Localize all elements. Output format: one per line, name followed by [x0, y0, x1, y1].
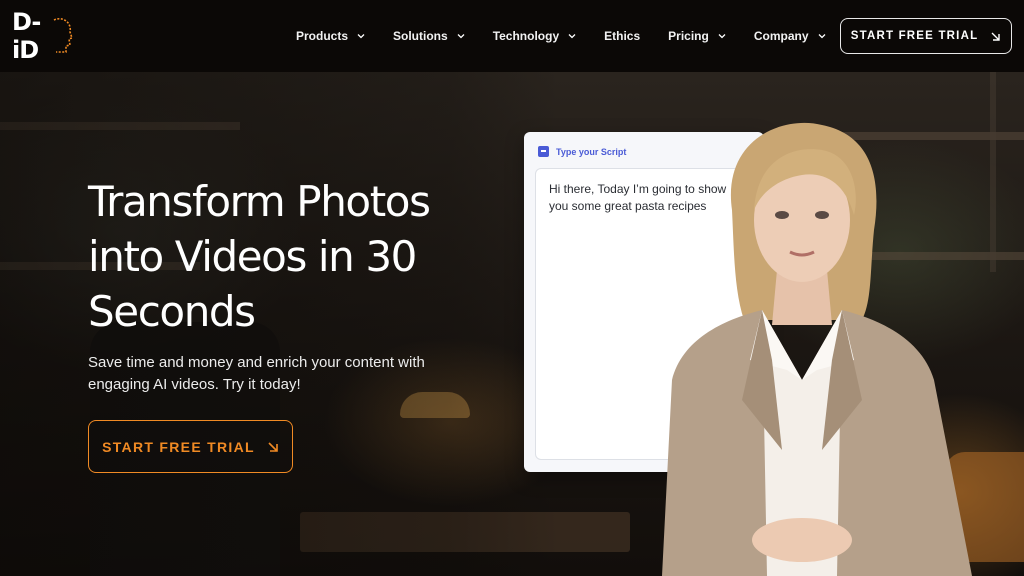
main-nav: Products Solutions Technology Ethics Pri… [296, 0, 854, 72]
cta-label: START FREE TRIAL [102, 438, 255, 455]
nav-technology[interactable]: Technology [493, 29, 576, 43]
chevron-down-icon [818, 34, 825, 39]
nav-label: Ethics [604, 29, 641, 43]
nav-label: Pricing [668, 29, 709, 43]
nav-label: Company [753, 29, 809, 43]
script-card-label: Type your Script [556, 146, 627, 157]
shelf-post [990, 72, 996, 272]
start-free-trial-header-button[interactable]: START FREE TRIAL [840, 18, 1012, 54]
nav-products[interactable]: Products [296, 29, 365, 43]
arrow-down-right-icon [268, 441, 278, 452]
chevron-down-icon [457, 34, 465, 39]
nav-solutions[interactable]: Solutions [393, 29, 465, 43]
nav-company[interactable]: Company [754, 29, 826, 43]
cta-label: START FREE TRIAL [850, 30, 979, 42]
hero-subtitle: Save time and money and enrich your cont… [88, 354, 425, 393]
head-profile-icon [53, 17, 74, 53]
nav-label: Technology [492, 29, 560, 43]
nav-ethics[interactable]: Ethics [604, 29, 640, 43]
nav-pricing[interactable]: Pricing [668, 29, 726, 43]
chevron-down-icon [718, 34, 726, 39]
start-free-trial-hero-button[interactable]: START FREE TRIAL [88, 420, 293, 473]
script-card-header: Type your Script [538, 146, 626, 157]
nav-label: Solutions [393, 29, 448, 43]
script-icon [538, 146, 549, 157]
chevron-down-icon [568, 34, 576, 39]
chevron-down-icon [357, 34, 365, 39]
ai-presenter-avatar [662, 122, 972, 576]
arrow-down-right-icon [991, 32, 1000, 41]
site-header: D-iD Products Solutions Technology Ethic… [0, 0, 1024, 72]
nav-label: Products [296, 29, 349, 43]
logo[interactable]: D-iD [12, 8, 74, 64]
hero-title: Transform Photos into Videos in 30 Secon… [88, 177, 431, 336]
